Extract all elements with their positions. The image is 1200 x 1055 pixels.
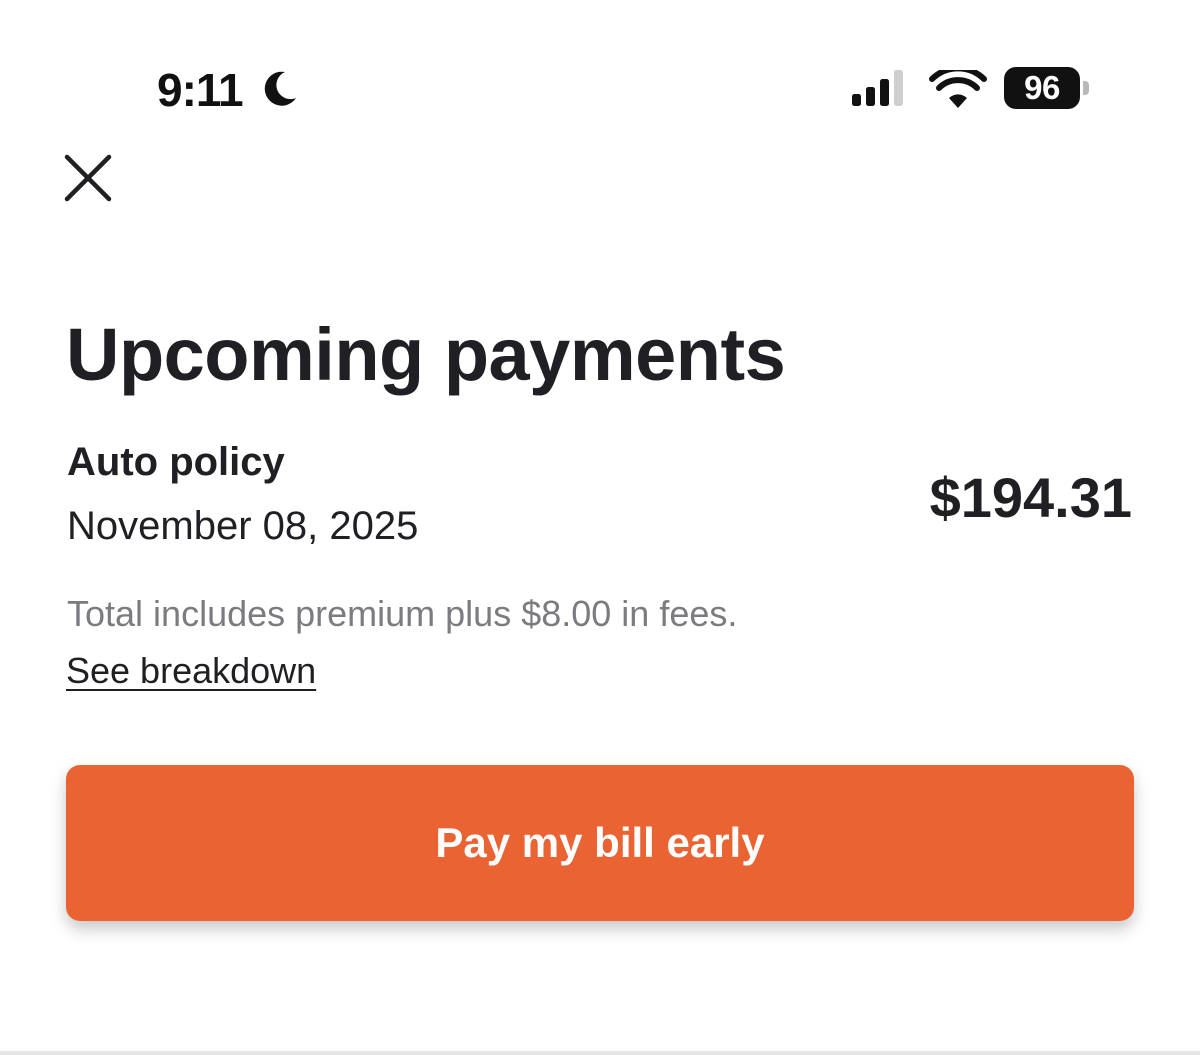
battery-level: 96 [1004, 67, 1080, 109]
cellular-signal-icon [852, 70, 903, 106]
battery-nub [1083, 81, 1089, 95]
policy-name: Auto policy [67, 440, 285, 484]
payment-date: November 08, 2025 [67, 504, 419, 548]
see-breakdown-link[interactable]: See breakdown [66, 649, 316, 693]
pay-button-label: Pay my bill early [435, 819, 765, 866]
page-title: Upcoming payments [66, 313, 786, 396]
fees-note: Total includes premium plus $8.00 in fee… [67, 593, 738, 634]
status-time: 9:11 [157, 64, 244, 116]
battery-icon: 96 [1004, 67, 1090, 109]
bottom-divider [0, 1051, 1200, 1055]
close-icon [64, 154, 112, 202]
moon-icon [264, 71, 296, 106]
close-button[interactable] [56, 146, 120, 210]
wifi-icon [929, 70, 987, 108]
payment-amount: $194.31 [929, 466, 1132, 529]
pay-bill-early-button[interactable]: Pay my bill early [66, 765, 1134, 921]
